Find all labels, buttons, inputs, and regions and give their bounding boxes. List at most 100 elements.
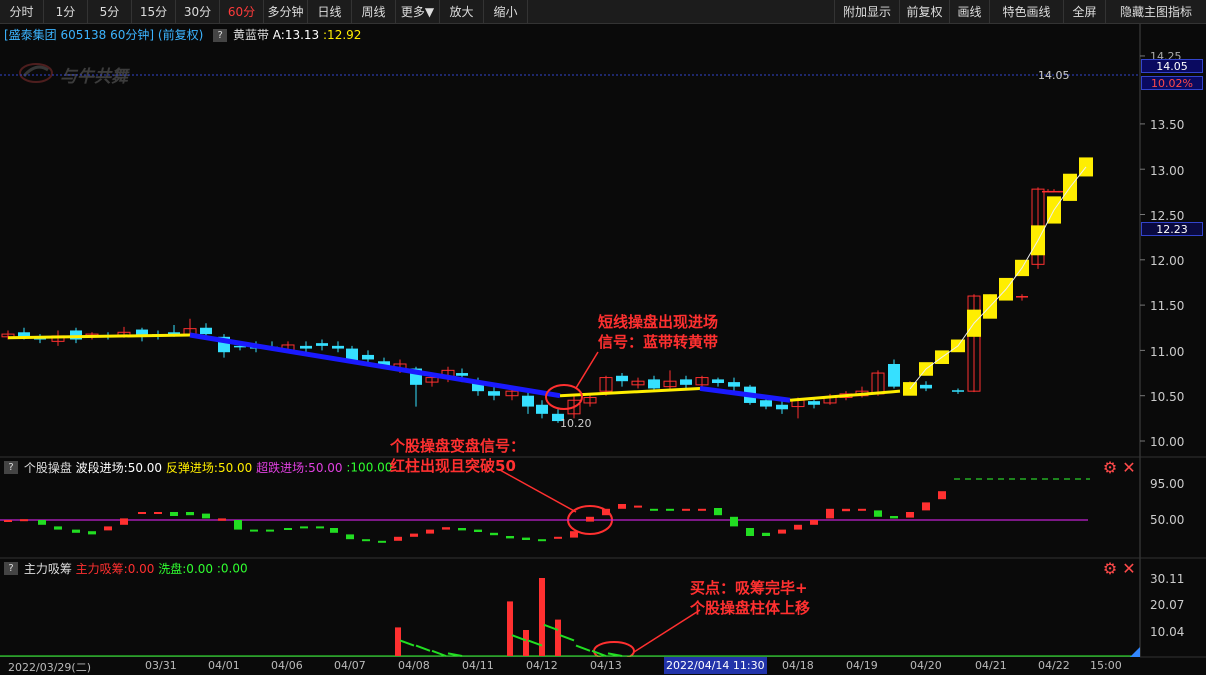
absorb-close-icon[interactable]: ✕ <box>1121 561 1137 577</box>
absorb-bar <box>555 619 561 656</box>
candle-body <box>316 343 328 346</box>
candle-body <box>888 363 900 387</box>
annotation-entry-signal: 短线操盘出现进场 信号：蓝带转黄带 <box>598 312 718 352</box>
operate-bar <box>570 531 578 538</box>
price-tick-12-00: 12.00 <box>1150 254 1185 268</box>
absorb-title: 主力吸筹 <box>23 562 72 576</box>
wash-line <box>575 644 591 652</box>
absorb-panel-header: ? 主力吸筹 主力吸筹:0.00 洗盘:0.00 :0.00 <box>4 560 248 576</box>
operate-bar <box>586 516 594 522</box>
candle-body <box>200 327 212 335</box>
date-label: 04/22 <box>1038 659 1070 672</box>
operate-bar <box>682 508 690 511</box>
candle-body <box>488 391 500 396</box>
date-cursor-label: 2022/04/14 11:30 <box>664 657 767 674</box>
candle-body <box>616 375 628 382</box>
operate-bar <box>88 531 96 535</box>
cursor-price-box: 12.23 <box>1141 222 1203 236</box>
date-axis: 2022/03/29(二) 03/31 04/01 04/06 04/07 04… <box>0 657 1140 675</box>
operate-bar <box>316 526 324 529</box>
operate-bar <box>234 520 242 530</box>
operate-bar <box>858 508 866 511</box>
candle-body <box>648 379 660 389</box>
operate-bar <box>890 516 898 519</box>
operate-bar <box>202 513 210 519</box>
candle-body <box>920 384 932 389</box>
operate-bar <box>4 520 12 522</box>
operate-wave-value: 波段进场:50.00 <box>75 461 163 475</box>
date-label: 2022/03/29(二) <box>8 661 91 674</box>
operate-bar <box>394 536 402 541</box>
date-label: 04/19 <box>846 659 878 672</box>
low-mark-label: 10.20 <box>560 417 592 430</box>
candle-body <box>362 354 374 360</box>
operate-gear-icon[interactable]: ⚙ <box>1102 460 1118 476</box>
candle-body <box>712 379 724 384</box>
operate-bar <box>538 539 546 542</box>
price-tick-11-00: 11.00 <box>1150 345 1185 359</box>
operate-bar <box>618 504 626 509</box>
operate-bar <box>762 532 770 536</box>
operate-tick-50: 50.00 <box>1150 513 1185 527</box>
operate-bar <box>362 539 370 542</box>
absorb-bar <box>395 627 401 656</box>
annotation-line: 个股操盘变盘信号： <box>390 437 526 455</box>
operate-bar <box>458 528 466 531</box>
operate-val4: :100.00 <box>346 460 393 475</box>
absorb-gear-icon[interactable]: ⚙ <box>1102 561 1118 577</box>
annotation-circle <box>545 384 583 410</box>
operate-bar <box>410 533 418 537</box>
operate-bar <box>506 536 514 539</box>
operate-bar <box>634 505 642 508</box>
candle-body <box>332 345 344 349</box>
date-label: 04/21 <box>975 659 1007 672</box>
operate-bar <box>138 512 146 514</box>
close-time-label: 15:00 <box>1090 659 1122 672</box>
wash-line <box>431 649 447 657</box>
operate-bar <box>698 508 706 511</box>
annotation-line: 买点：吸筹完毕+ <box>690 579 808 597</box>
candle-body <box>728 382 740 387</box>
annotation-turn-signal: 个股操盘变盘信号： 红柱出现且突破50 <box>390 436 525 476</box>
operate-bar <box>330 528 338 533</box>
operate-bar <box>810 520 818 525</box>
annotation-line: 个股操盘柱体上移 <box>690 599 811 617</box>
operate-bar <box>490 532 498 536</box>
operate-close-icon[interactable]: ✕ <box>1121 460 1137 476</box>
annotation-leader <box>499 469 577 513</box>
absorb-bar <box>523 630 529 656</box>
operate-bar <box>300 526 308 529</box>
price-tick-13-00: 13.00 <box>1150 164 1185 178</box>
operate-bar <box>104 526 112 531</box>
operate-bar <box>666 508 674 511</box>
operate-tick-95: 95.00 <box>1150 477 1185 491</box>
operate-oversold-value: 超跌进场:50.00 <box>256 461 343 475</box>
operate-title: 个股操盘 <box>23 461 72 475</box>
operate-bar <box>38 520 46 525</box>
absorb-tick-30: 30.11 <box>1150 572 1185 586</box>
price-tick-10-50: 10.50 <box>1150 390 1185 404</box>
operate-bar <box>72 529 80 533</box>
absorb-val3: :0.00 <box>216 561 248 576</box>
operate-bar <box>250 529 258 532</box>
resize-corner-icon <box>1130 647 1140 657</box>
operate-bar <box>714 508 722 516</box>
operate-bar <box>874 510 882 517</box>
operate-bar <box>778 529 786 534</box>
candle-body <box>808 401 820 405</box>
operate-bar <box>794 524 802 530</box>
date-label: 04/01 <box>208 659 240 672</box>
candle-body <box>1016 296 1028 298</box>
operate-bar <box>120 518 128 525</box>
operate-help-button[interactable]: ? <box>4 461 18 474</box>
absorb-tick-10: 10.04 <box>1150 625 1185 639</box>
price-tick-10-00: 10.00 <box>1150 435 1185 449</box>
current-pct-box: 10.02% <box>1141 76 1203 90</box>
operate-bar <box>730 516 738 527</box>
band-segment <box>789 389 901 402</box>
price-tick-12-50: 12.50 <box>1150 209 1185 223</box>
operate-bar <box>54 526 62 530</box>
absorb-help-button[interactable]: ? <box>4 562 18 575</box>
operate-rebound-value: 反弹进场:50.00 <box>165 461 253 475</box>
candle-body <box>300 345 312 349</box>
